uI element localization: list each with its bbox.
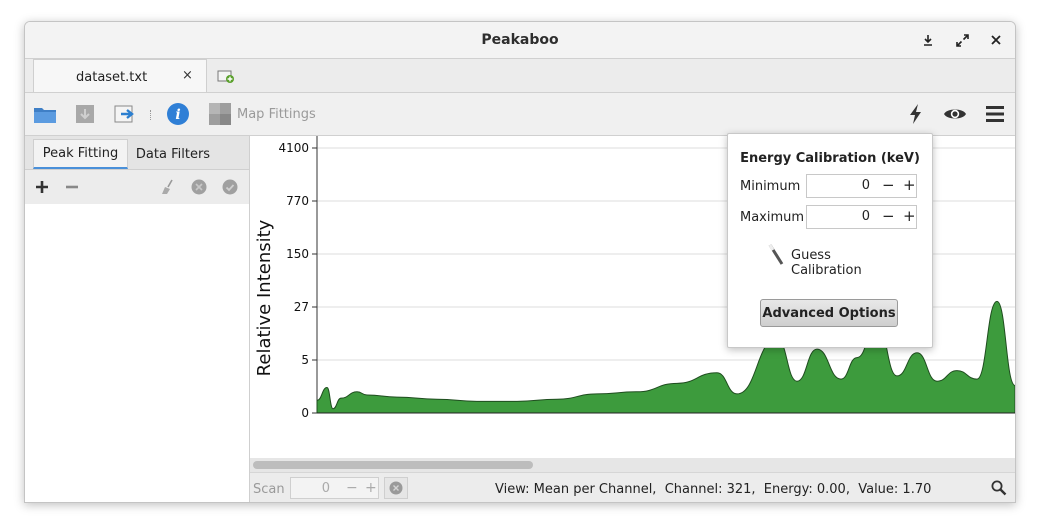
y-tick-label: 0 bbox=[301, 406, 309, 420]
popover-title: Energy Calibration (keV) bbox=[740, 151, 920, 166]
maximum-spinner[interactable]: 0 − + bbox=[806, 205, 917, 229]
eye-icon[interactable] bbox=[943, 102, 967, 126]
y-tick-label: 770 bbox=[286, 194, 309, 208]
scan-stop-button[interactable] bbox=[384, 477, 408, 499]
remove-icon[interactable] bbox=[63, 178, 81, 196]
advanced-options-button[interactable]: Advanced Options bbox=[760, 299, 898, 327]
maximize-icon[interactable] bbox=[953, 31, 971, 49]
download-icon[interactable] bbox=[919, 31, 937, 49]
horizontal-scrollbar[interactable] bbox=[250, 458, 1015, 472]
maximum-decrement-button[interactable]: − bbox=[882, 207, 895, 225]
accept-icon[interactable] bbox=[221, 178, 239, 196]
status-info: View: Mean per Channel, Channel: 321, En… bbox=[495, 482, 932, 497]
fitting-tools bbox=[25, 170, 249, 204]
minimum-value[interactable]: 0 bbox=[862, 178, 870, 193]
y-tick-label: 27 bbox=[294, 300, 309, 314]
scan-increment-button[interactable]: + bbox=[365, 480, 377, 496]
document-tab-label: dataset.txt bbox=[76, 70, 148, 85]
map-fittings-icon[interactable] bbox=[208, 102, 232, 126]
menu-icon[interactable] bbox=[983, 102, 1007, 126]
add-icon[interactable] bbox=[33, 178, 51, 196]
minimum-decrement-button[interactable]: − bbox=[882, 176, 895, 194]
new-tab-icon[interactable] bbox=[217, 68, 235, 84]
minimum-spinner[interactable]: 0 − + bbox=[806, 174, 917, 198]
scan-spinner[interactable]: 0 − + bbox=[290, 477, 379, 499]
guess-calibration-button[interactable]: Guess Calibration bbox=[764, 242, 904, 278]
tab-peak-fitting[interactable]: Peak Fitting bbox=[33, 139, 128, 169]
main-toolbar: i Map Fittings bbox=[25, 93, 1015, 136]
document-tab[interactable]: dataset.txt × bbox=[33, 59, 207, 92]
close-icon[interactable] bbox=[987, 31, 1005, 49]
y-axis-ticks: 4100 770 150 27 5 0 bbox=[278, 136, 318, 420]
map-fittings-label[interactable]: Map Fittings bbox=[237, 107, 316, 122]
open-folder-icon[interactable] bbox=[33, 102, 57, 126]
y-tick-label: 4100 bbox=[278, 141, 309, 155]
tab-close-icon[interactable]: × bbox=[182, 68, 193, 83]
scrollbar-thumb[interactable] bbox=[253, 461, 533, 469]
guess-calibration-label: Guess Calibration bbox=[791, 248, 862, 278]
maximum-value[interactable]: 0 bbox=[862, 209, 870, 224]
document-tab-bar: dataset.txt × bbox=[25, 59, 1015, 93]
title-bar: Peakaboo bbox=[25, 22, 1015, 59]
scan-value[interactable]: 0 bbox=[322, 481, 330, 496]
y-tick-label: 150 bbox=[286, 247, 309, 261]
minimum-increment-button[interactable]: + bbox=[903, 176, 916, 194]
svg-text:i: i bbox=[175, 107, 180, 123]
save-icon[interactable] bbox=[73, 102, 97, 126]
sidebar: Peak Fitting Data Filters bbox=[25, 136, 250, 502]
search-icon[interactable] bbox=[991, 480, 1007, 496]
scan-label: Scan bbox=[253, 482, 285, 497]
tab-data-filters[interactable]: Data Filters bbox=[128, 139, 218, 169]
toolbar-separator bbox=[150, 110, 153, 120]
info-icon[interactable]: i bbox=[166, 102, 190, 126]
maximum-increment-button[interactable]: + bbox=[903, 207, 916, 225]
energy-calibration-popover: Energy Calibration (keV) Minimum 0 − + M… bbox=[727, 133, 933, 348]
export-icon[interactable] bbox=[113, 102, 137, 126]
minimum-label: Minimum bbox=[740, 179, 801, 194]
y-tick-label: 5 bbox=[301, 353, 309, 367]
wand-icon bbox=[768, 244, 784, 265]
lightning-icon[interactable] bbox=[904, 102, 928, 126]
y-axis-label: Relative Intensity bbox=[254, 219, 275, 376]
status-bar: Scan 0 − + View: Mean per Channel, Chann… bbox=[250, 472, 1015, 502]
stop-icon bbox=[389, 481, 403, 495]
reject-icon[interactable] bbox=[190, 178, 208, 196]
maximum-label: Maximum bbox=[740, 210, 805, 225]
window-title: Peakaboo bbox=[481, 32, 559, 48]
scan-decrement-button[interactable]: − bbox=[346, 480, 358, 496]
sidebar-tabs: Peak Fitting Data Filters bbox=[25, 136, 249, 170]
broom-icon[interactable] bbox=[159, 178, 177, 196]
